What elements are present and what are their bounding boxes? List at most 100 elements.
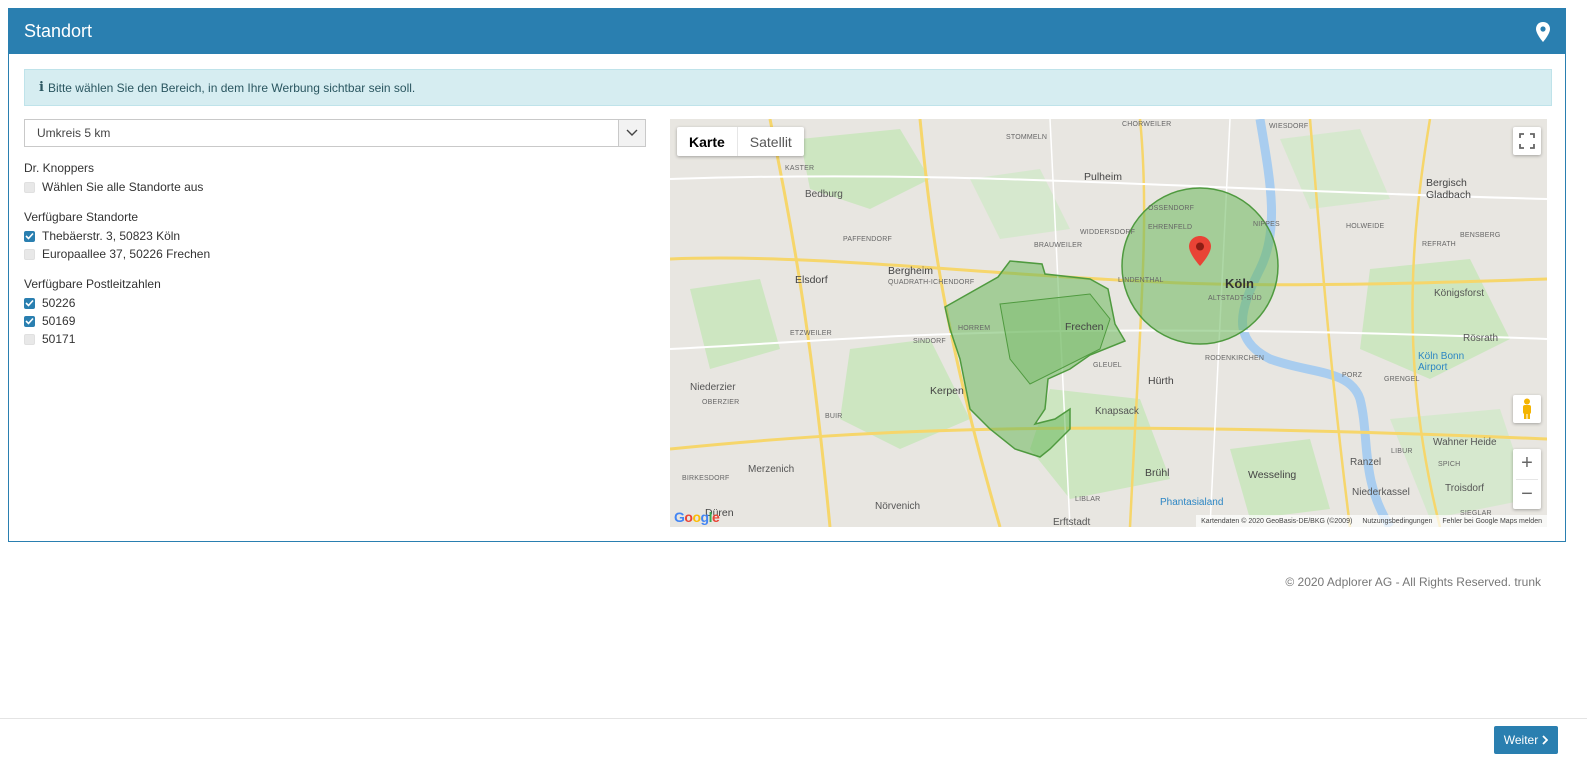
- divider: [0, 718, 1587, 719]
- chevron-right-icon: [1542, 735, 1549, 745]
- map-label: ALTSTADT-SÜD: [1208, 295, 1262, 302]
- postcode-label: 50171: [42, 332, 76, 346]
- google-logo[interactable]: Google: [674, 509, 720, 525]
- zoom-out-button[interactable]: −: [1521, 480, 1533, 510]
- map-label: WIDDERSDORF: [1080, 229, 1136, 236]
- locations-title: Verfügbare Standorte: [24, 210, 139, 224]
- map-label: BRAUWEILER: [1034, 242, 1083, 249]
- map-label: Frechen: [1065, 321, 1104, 333]
- location-pin-icon[interactable]: [1189, 236, 1211, 271]
- map-label: Köln Bonn Airport: [1418, 351, 1465, 373]
- map-type-tabs: Karte Satellit: [677, 127, 804, 156]
- map-label: GLEUEL: [1093, 362, 1122, 369]
- map-label: KASTER: [785, 165, 815, 172]
- map-label: Pulheim: [1084, 171, 1122, 183]
- postcode-item[interactable]: 50226: [24, 294, 646, 312]
- panel-title: Standort: [24, 21, 93, 41]
- map-label: Wesseling: [1248, 469, 1297, 481]
- postcode-item[interactable]: 50171: [24, 330, 646, 348]
- postcodes-group: Verfügbare Postleitzahlen 50226 50169 50…: [24, 277, 646, 348]
- info-alert: i Bitte wählen Sie den Bereich, in dem I…: [24, 69, 1552, 106]
- map-label: SPICH: [1438, 461, 1461, 468]
- map-label: Niederzier: [690, 382, 736, 393]
- select-all-label: Wählen Sie alle Standorte aus: [42, 180, 204, 194]
- map-label: Ranzel: [1350, 457, 1382, 468]
- map-report-link[interactable]: Fehler bei Google Maps melden: [1437, 518, 1547, 525]
- map-label: Knapsack: [1095, 406, 1139, 417]
- info-icon: i: [39, 80, 44, 95]
- location-item[interactable]: Europaallee 37, 50226 Frechen: [24, 245, 646, 263]
- checkbox-checked-icon[interactable]: [24, 315, 35, 327]
- map-label: LINDENTHAL: [1118, 277, 1164, 284]
- map-label: NIPPES: [1253, 221, 1280, 228]
- map-label: Merzenich: [748, 464, 795, 475]
- next-button[interactable]: Weiter: [1494, 726, 1558, 754]
- map-label: Hürth: [1148, 375, 1174, 387]
- location-label: Europaallee 37, 50226 Frechen: [42, 247, 211, 261]
- checkbox-unchecked-icon[interactable]: [24, 181, 35, 193]
- map-label: Bergheim: [888, 265, 933, 277]
- map-label: REFRATH: [1422, 241, 1456, 248]
- radius-select[interactable]: Umkreis 5 km: [24, 119, 646, 147]
- radius-select-value: Umkreis 5 km: [37, 126, 111, 140]
- map-label: RODENKIRCHEN: [1205, 355, 1265, 362]
- map-label: Niederkassel: [1352, 487, 1410, 498]
- postcode-item[interactable]: 50169: [24, 312, 646, 330]
- map-label: CHORWEILER: [1122, 121, 1172, 128]
- checkbox-checked-icon[interactable]: [24, 297, 35, 309]
- locations-group: Verfügbare Standorte Thebäerstr. 3, 5082…: [24, 210, 646, 263]
- checkbox-unchecked-icon[interactable]: [24, 333, 35, 345]
- map-marker-icon[interactable]: [1535, 21, 1551, 42]
- tab-karte[interactable]: Karte: [677, 127, 738, 156]
- postcode-label: 50226: [42, 296, 76, 310]
- map-label: Königsforst: [1434, 288, 1485, 299]
- map-terms-link[interactable]: Nutzungsbedingungen: [1357, 518, 1437, 525]
- map-label: Köln: [1225, 276, 1254, 291]
- map-label: Brühl: [1145, 467, 1170, 479]
- map-label: STOMMELN: [1006, 134, 1048, 141]
- map-label: Erftstadt: [1053, 517, 1091, 527]
- map-label: Bedburg: [805, 189, 843, 200]
- company-group: Dr. Knoppers Wählen Sie alle Standorte a…: [24, 161, 646, 196]
- map-label: GRENGEL: [1384, 376, 1420, 383]
- map-attribution: Kartendaten © 2020 GeoBasis-DE/BKG (©200…: [1196, 515, 1547, 527]
- map-label: HOLWEIDE: [1346, 223, 1385, 230]
- map-label: HORREM: [958, 325, 991, 332]
- map-label: Phantasialand: [1160, 497, 1224, 508]
- footer-copyright: © 2020 Adplorer AG - All Rights Reserved…: [1285, 575, 1541, 589]
- map-label: WIESDORF: [1269, 123, 1309, 130]
- map-label: BIRKESDORF: [682, 475, 730, 482]
- map-label: EHRENFELD: [1148, 224, 1193, 231]
- select-all-checkbox[interactable]: Wählen Sie alle Standorte aus: [24, 178, 646, 196]
- map-label: Kerpen: [930, 385, 964, 397]
- map-label: BUIR: [825, 413, 843, 420]
- checkbox-checked-icon[interactable]: [24, 230, 35, 242]
- location-label: Thebäerstr. 3, 50823 Köln: [42, 229, 181, 243]
- zoom-in-button[interactable]: +: [1516, 449, 1538, 480]
- location-item[interactable]: Thebäerstr. 3, 50823 Köln: [24, 227, 646, 245]
- map-label: BENSBERG: [1460, 232, 1501, 239]
- tab-satellit[interactable]: Satellit: [738, 127, 804, 156]
- fullscreen-icon[interactable]: [1513, 127, 1541, 155]
- checkbox-unchecked-icon[interactable]: [24, 248, 35, 260]
- map-label: QUADRATH-ICHENDORF: [888, 279, 975, 286]
- map-label: LIBLAR: [1075, 496, 1101, 503]
- next-button-label: Weiter: [1503, 733, 1539, 747]
- zoom-controls: + −: [1513, 449, 1541, 509]
- map-label: OSSENDORF: [1148, 205, 1195, 212]
- google-map[interactable]: Köln Frechen Pulheim Bergheim Elsdorf Ke…: [670, 119, 1547, 527]
- map-copyright: Kartendaten © 2020 GeoBasis-DE/BKG (©200…: [1201, 517, 1353, 525]
- map-label: Elsdorf: [795, 274, 828, 286]
- map-label: Rösrath: [1463, 333, 1499, 344]
- chevron-down-icon[interactable]: [618, 120, 645, 146]
- location-panel: Standort i Bitte wählen Sie den Bereich,…: [8, 8, 1566, 542]
- map-label: LIBUR: [1391, 448, 1413, 455]
- map-label: Wahner Heide: [1433, 437, 1497, 448]
- map-label: Bergisch Gladbach: [1426, 177, 1471, 201]
- map-label: SINDORF: [913, 338, 946, 345]
- street-view-pegman-icon[interactable]: [1513, 395, 1541, 423]
- company-name: Dr. Knoppers: [24, 161, 95, 175]
- map-label: PAFFENDORF: [843, 236, 892, 243]
- alert-text: Bitte wählen Sie den Bereich, in dem Ihr…: [47, 80, 416, 95]
- map-label: ETZWEILER: [790, 330, 832, 337]
